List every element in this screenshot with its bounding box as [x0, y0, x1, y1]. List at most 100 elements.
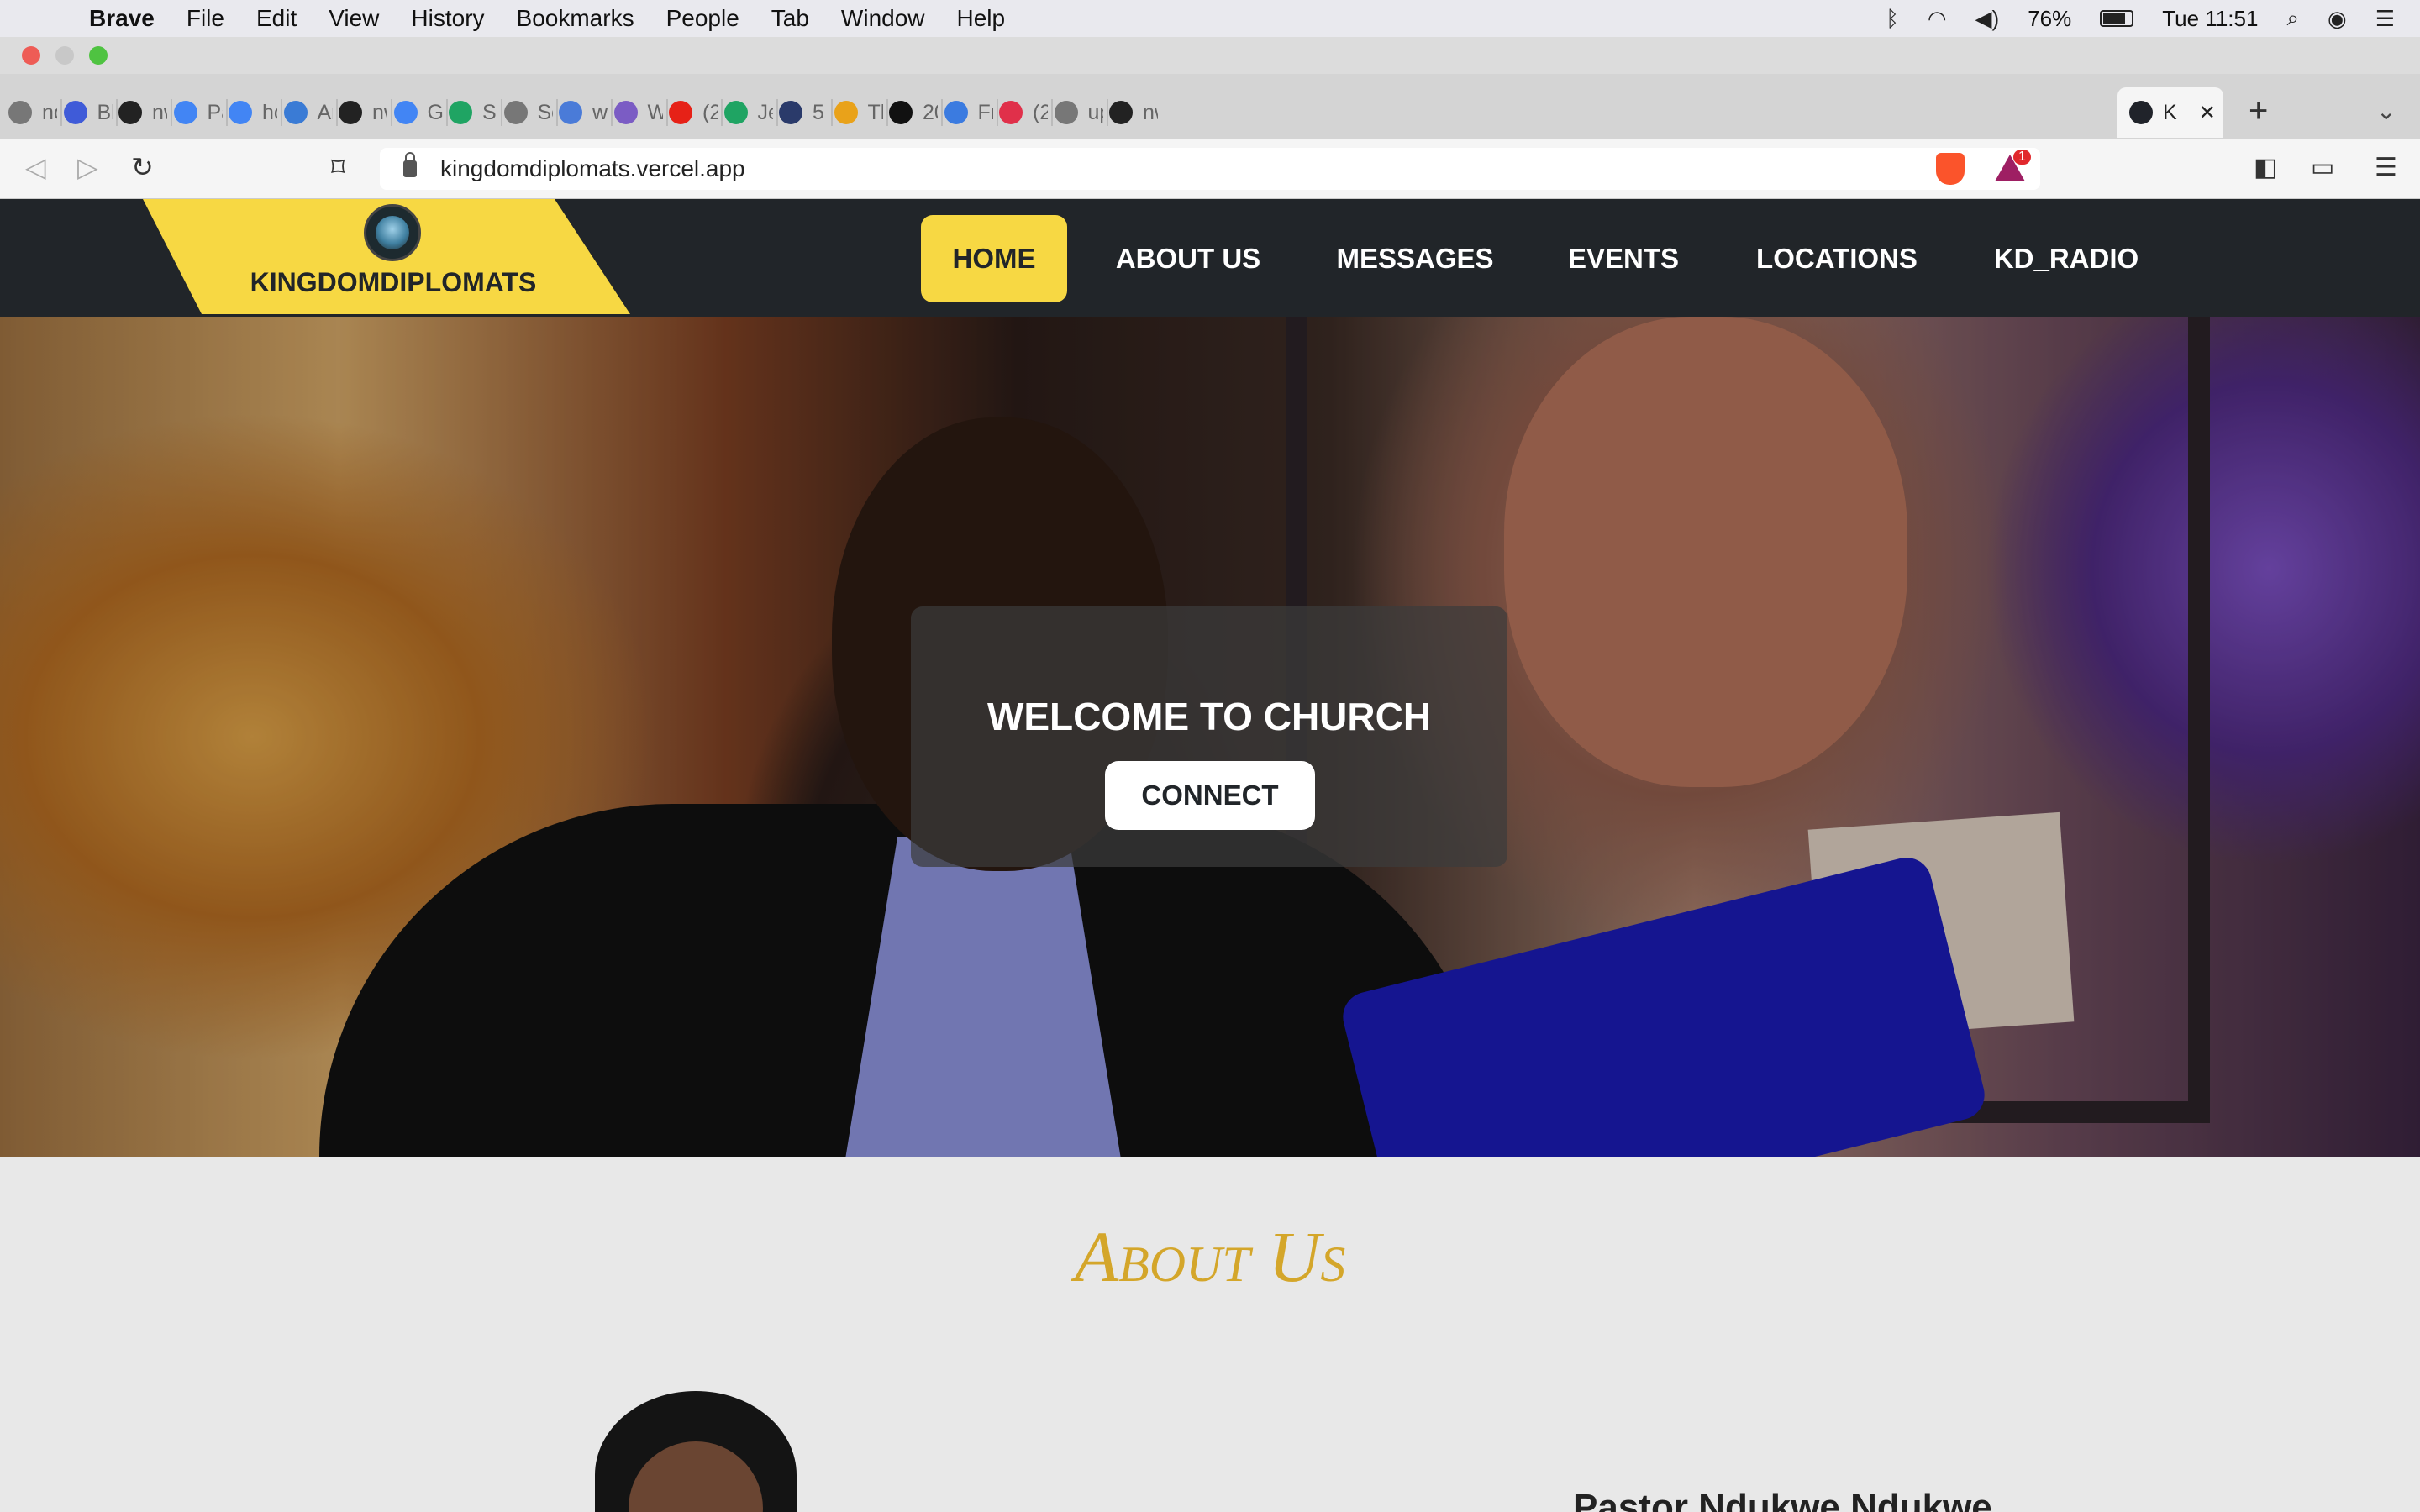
window-minimize-button[interactable]: [55, 46, 74, 65]
globe-icon: [8, 101, 32, 124]
reload-button[interactable]: ↻: [131, 151, 154, 183]
browser-tab[interactable]: Goog: [393, 96, 443, 129]
mk-icon: [283, 101, 308, 124]
volume-icon[interactable]: ◀): [1975, 6, 2000, 32]
browser-tab[interactable]: Block: [63, 96, 113, 129]
browser-tab[interactable]: nwak: [118, 96, 167, 129]
battery-percent: 76%: [2028, 5, 2072, 31]
browser-tab[interactable]: nwak: [339, 96, 387, 129]
google-icon: [173, 101, 197, 124]
menu-people[interactable]: People: [666, 5, 739, 32]
u-icon: [889, 101, 913, 124]
browser-tab[interactable]: (22): [999, 96, 1048, 129]
tab-label: nwak: [1143, 100, 1158, 124]
tab-label: 2020: [923, 100, 938, 124]
church-logo-icon[interactable]: [364, 204, 421, 261]
browser-tab[interactable]: nomi: [8, 96, 57, 129]
address-bar[interactable]: kingdomdiplomats.vercel.app: [380, 148, 2040, 190]
wallet-icon[interactable]: ▭: [2311, 153, 2334, 182]
tab-label: Pass: [207, 100, 223, 124]
browser-tab[interactable]: (220: [669, 96, 718, 129]
rewards-badge: 1: [2013, 150, 2031, 165]
tab-label: (220: [702, 100, 718, 124]
wifi-icon[interactable]: ◠: [1928, 6, 1947, 32]
browser-tab[interactable]: Wisd: [613, 96, 663, 129]
lock-icon[interactable]: [403, 152, 417, 177]
tab-label: Are Y: [317, 100, 333, 124]
tab-separator: [831, 99, 833, 126]
browser-tab[interactable]: upda: [1054, 96, 1103, 129]
free-icon: [944, 101, 968, 124]
tab-label: upda: [1087, 100, 1103, 124]
tab-separator: [60, 99, 62, 126]
nav-home[interactable]: HOME: [921, 215, 1067, 302]
nav-kd-radio[interactable]: KD_RADIO: [1986, 215, 2146, 302]
brave-shields-icon[interactable]: [1936, 153, 1965, 185]
nav-events[interactable]: EVENTS: [1555, 215, 1692, 302]
tab-label: The: [867, 100, 883, 124]
menu-view[interactable]: View: [329, 5, 379, 32]
browser-tab[interactable]: how: [229, 96, 277, 129]
shield-icon: [779, 101, 802, 124]
menu-tab[interactable]: Tab: [771, 5, 809, 32]
browser-tab[interactable]: 2020: [889, 96, 938, 129]
browser-tab[interactable]: wisd: [559, 96, 608, 129]
window-close-button[interactable]: [22, 46, 40, 65]
menu-window[interactable]: Window: [841, 5, 925, 32]
browser-menu-icon[interactable]: ☰: [2375, 153, 2397, 182]
address-url[interactable]: kingdomdiplomats.vercel.app: [440, 155, 745, 182]
tab-label: nomi: [42, 100, 57, 124]
browser-tab[interactable]: The: [834, 96, 883, 129]
tab-separator: [115, 99, 118, 126]
menu-edit[interactable]: Edit: [256, 5, 297, 32]
bookmark-icon[interactable]: ⌑: [331, 151, 345, 183]
tab-separator: [1106, 99, 1108, 126]
site-logo-text[interactable]: KINGDOMDIPLOMATS: [143, 267, 644, 298]
tab-label: Soun: [482, 100, 497, 124]
close-tab-icon[interactable]: ✕: [2199, 101, 2216, 125]
tab-separator: [281, 99, 282, 126]
browser-tab[interactable]: Pass: [173, 96, 223, 129]
tab-separator: [721, 99, 723, 126]
bluetooth-icon[interactable]: ᛒ: [1886, 6, 1899, 32]
battery-icon[interactable]: [2100, 10, 2134, 27]
window-zoom-button[interactable]: [89, 46, 108, 65]
nav-about-us[interactable]: ABOUT US: [1101, 215, 1276, 302]
sidebar-toggle-icon[interactable]: ◧: [2254, 153, 2277, 182]
browser-tab[interactable]: 5 Go: [779, 96, 828, 129]
drive-icon: [723, 101, 748, 124]
nav-messages[interactable]: MESSAGES: [1329, 215, 1501, 302]
tab-label: Free: [977, 100, 993, 124]
menu-history[interactable]: History: [411, 5, 484, 32]
new-tab-button[interactable]: +: [2249, 92, 2268, 130]
blockchain-icon: [63, 101, 87, 124]
menu-bar-status-area: ᛒ ◠ ◀) 76% Tue 11:51 ⌕ ◉ ☰: [1886, 0, 2395, 37]
back-button[interactable]: ◁: [25, 151, 46, 183]
spotlight-search-icon[interactable]: ⌕: [2286, 5, 2299, 32]
globe-icon: [503, 101, 528, 124]
docs-icon: [559, 101, 582, 124]
connect-button[interactable]: CONNECT: [1105, 761, 1315, 830]
browser-tab[interactable]: Soun: [449, 96, 497, 129]
tab-label: nwak: [372, 100, 387, 124]
nav-locations[interactable]: LOCATIONS: [1749, 215, 1924, 302]
forward-button[interactable]: ▷: [77, 151, 98, 183]
menu-help[interactable]: Help: [957, 5, 1006, 32]
browser-tab[interactable]: nwak: [1109, 96, 1158, 129]
github-icon: [339, 101, 362, 124]
menu-file[interactable]: File: [187, 5, 224, 32]
browser-tab[interactable]: Are Y: [283, 96, 333, 129]
menu-app-name[interactable]: Brave: [89, 5, 155, 32]
browser-tab[interactable]: Soun: [503, 96, 553, 129]
notification-center-icon[interactable]: ☰: [2375, 6, 2395, 32]
browser-tab[interactable]: K ✕: [2118, 87, 2223, 138]
chevron-down-icon[interactable]: ⌄: [2376, 97, 2396, 125]
browser-tab[interactable]: Free: [944, 96, 993, 129]
tab-separator: [996, 99, 998, 126]
menu-clock[interactable]: Tue 11:51: [2162, 6, 2258, 32]
siri-icon[interactable]: ◉: [2328, 6, 2347, 32]
drive-icon: [449, 101, 472, 124]
browser-tab[interactable]: JeffS: [723, 96, 773, 129]
tab-separator: [555, 99, 558, 126]
menu-bookmarks[interactable]: Bookmarks: [517, 5, 634, 32]
